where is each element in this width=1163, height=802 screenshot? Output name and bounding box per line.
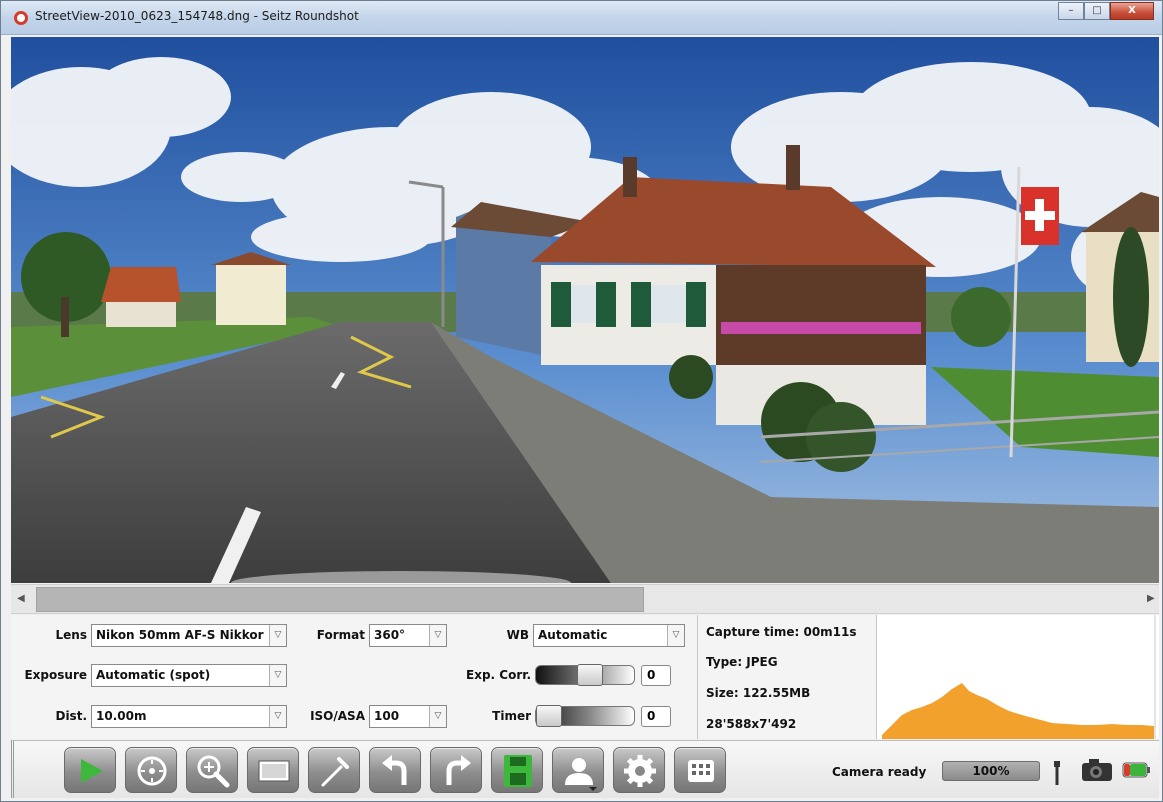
pipette-button[interactable] [308, 747, 360, 793]
timer-slider[interactable] [535, 705, 635, 727]
file-type: Type: JPEG [706, 655, 778, 669]
iso-value: 100 [374, 709, 400, 723]
scroll-left-arrow-icon[interactable]: ◀ [17, 593, 27, 605]
exposure-select[interactable]: Automatic (spot) ▽ [91, 664, 287, 687]
dist-label: Dist. [55, 709, 87, 723]
target-button[interactable] [125, 747, 177, 793]
exposure-value: Automatic (spot) [96, 668, 211, 682]
settings-panel: Lens Nikon 50mm AF-S Nikkor ▽ Format 360… [11, 615, 1159, 739]
image-dimensions: 28'588x7'492 [706, 717, 797, 731]
iso-label: ISO/ASA [310, 709, 365, 723]
wb-select[interactable]: Automatic ▽ [533, 624, 685, 647]
play-icon [81, 759, 103, 783]
wb-value: Automatic [538, 628, 608, 642]
exp-corr-field[interactable]: 0 [641, 665, 671, 686]
histogram [876, 615, 1159, 739]
lens-label: Lens [55, 628, 87, 642]
timer-field[interactable]: 0 [641, 706, 671, 727]
frame-icon [258, 760, 290, 782]
undo-icon [382, 755, 407, 785]
minimize-button[interactable]: – [1058, 2, 1084, 20]
timer-label: Timer [492, 709, 531, 723]
window-controls: – □ X [1058, 2, 1154, 20]
chevron-down-icon: ▽ [269, 665, 286, 686]
lens-select[interactable]: Nikon 50mm AF-S Nikkor ▽ [91, 624, 287, 647]
panorama-image [11, 37, 1159, 583]
maximize-button[interactable]: □ [1084, 2, 1110, 20]
grid-icon [688, 760, 714, 782]
save-button[interactable] [491, 747, 543, 793]
chevron-down-icon: ▽ [269, 706, 286, 727]
bottom-toolbar: Camera ready 100% [11, 740, 1159, 798]
histogram-graph [882, 615, 1156, 739]
start-capture-button[interactable] [64, 747, 116, 793]
status-progress-bar: 100% [942, 761, 1040, 781]
app-window: StreetView-2010_0623_154748.dng - Seitz … [0, 0, 1163, 802]
chevron-down-icon: ▽ [429, 625, 446, 646]
zoom-in-icon [197, 755, 230, 788]
settings-button[interactable] [613, 747, 665, 793]
chevron-down-icon: ▽ [269, 625, 286, 646]
redo-icon [446, 755, 471, 785]
frame-button[interactable] [247, 747, 299, 793]
dist-select[interactable]: 10.00m ▽ [91, 705, 287, 728]
horizontal-scrollbar[interactable]: ◀ ▶ [11, 584, 1159, 614]
exp-corr-slider-handle[interactable] [576, 664, 603, 686]
timer-slider-handle[interactable] [536, 705, 562, 727]
save-icon [504, 755, 532, 787]
window-title: StreetView-2010_0623_154748.dng - Seitz … [35, 9, 359, 23]
capture-time: Capture time: 00m11s [706, 625, 857, 639]
camera-icon [1082, 759, 1112, 781]
dist-value: 10.00m [96, 709, 147, 723]
format-label: Format [316, 628, 365, 642]
file-size: Size: 122.55MB [706, 686, 811, 700]
exposure-label: Exposure [24, 668, 87, 682]
redo-button[interactable] [430, 747, 482, 793]
wb-label: WB [506, 628, 529, 642]
pipette-icon [321, 757, 349, 787]
panorama-viewer[interactable] [11, 37, 1159, 583]
lens-value: Nikon 50mm AF-S Nikkor [96, 628, 264, 642]
zoom-button[interactable] [186, 747, 238, 793]
profile-button[interactable] [552, 747, 604, 793]
scroll-right-arrow-icon[interactable]: ▶ [1147, 593, 1157, 605]
capture-info-panel: Capture time: 00m11s Type: JPEG Size: 12… [697, 615, 877, 739]
format-value: 360° [374, 628, 406, 642]
tripod-icon [1054, 761, 1060, 785]
app-logo-icon [14, 11, 28, 25]
target-icon [137, 756, 167, 786]
exp-corr-label: Exp. Corr. [466, 668, 531, 682]
exp-corr-slider[interactable] [535, 664, 635, 686]
title-bar[interactable]: StreetView-2010_0623_154748.dng - Seitz … [1, 1, 1162, 35]
progress-label: 100% [972, 764, 1010, 778]
battery-icon [1122, 762, 1150, 778]
undo-button[interactable] [369, 747, 421, 793]
chevron-down-icon: ▽ [667, 625, 684, 646]
camera-status: Camera ready [832, 765, 927, 779]
user-icon [565, 758, 597, 791]
grid-button[interactable] [674, 747, 726, 793]
settings-gear-icon [624, 755, 656, 787]
scroll-thumb[interactable] [36, 587, 644, 612]
close-button[interactable]: X [1110, 2, 1154, 20]
format-select[interactable]: 360° ▽ [369, 624, 447, 647]
